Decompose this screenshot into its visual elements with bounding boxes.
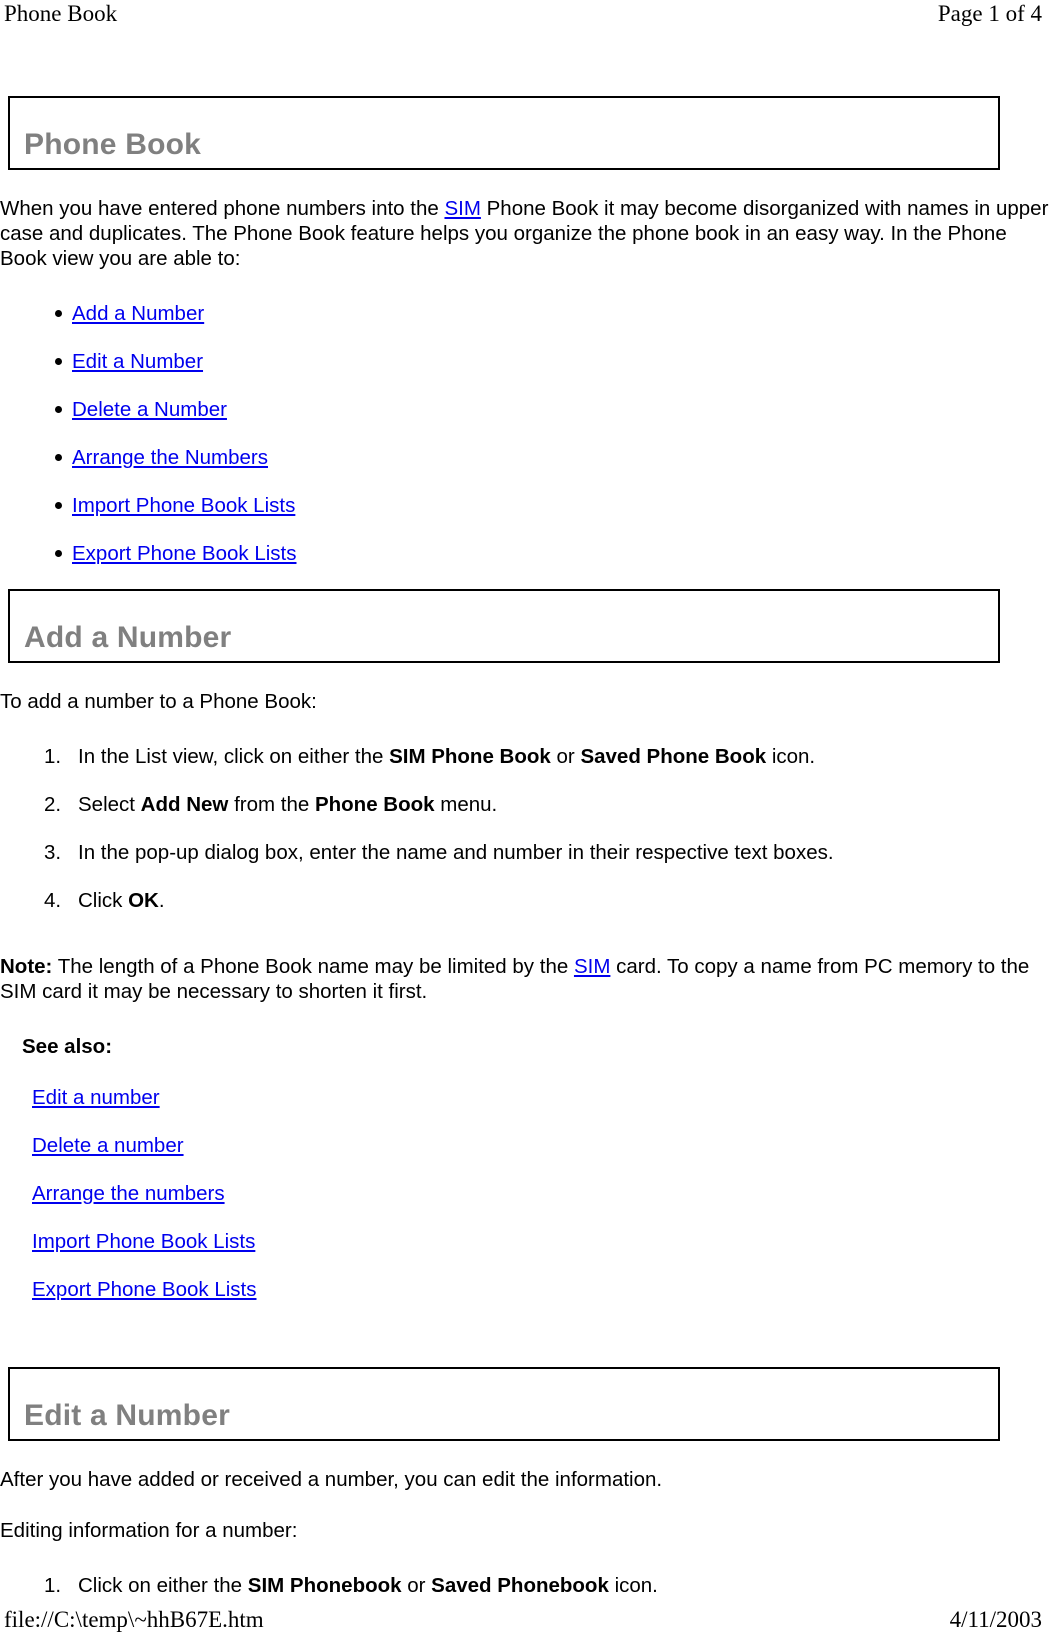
- heading-text-add-a-number: Add a Number: [24, 621, 232, 654]
- step-text-part-2: or: [401, 1574, 432, 1597]
- list-item: Export Phone Book Lists: [22, 541, 1050, 566]
- heading-text-edit-a-number: Edit a Number: [24, 1399, 230, 1432]
- list-item: In the List view, click on either the SI…: [22, 744, 1050, 769]
- list-item: Click OK.: [22, 888, 1050, 913]
- see-also-label: See also:: [22, 1035, 113, 1058]
- step-bold-sim-phone-book: SIM Phone Book: [389, 745, 551, 768]
- link-delete-a-number[interactable]: Delete a Number: [72, 398, 227, 421]
- link-see-also-arrange-the-numbers[interactable]: Arrange the numbers: [32, 1182, 225, 1205]
- list-item: Click on either the SIM Phonebook or Sav…: [22, 1573, 1050, 1598]
- section-heading-phone-book: Phone Book: [8, 96, 1000, 170]
- list-item: Arrange the numbers: [22, 1181, 1010, 1206]
- edit-number-steps-list: Click on either the SIM Phonebook or Sav…: [0, 1573, 1050, 1598]
- list-item: In the pop-up dialog box, enter the name…: [22, 840, 1050, 865]
- phone-book-intro-paragraph: When you have entered phone numbers into…: [0, 196, 1050, 271]
- list-item: Delete a Number: [22, 397, 1050, 422]
- link-edit-a-number[interactable]: Edit a Number: [72, 350, 203, 373]
- note-text-part-1: The length of a Phone Book name may be l…: [52, 955, 574, 978]
- add-number-steps-list: In the List view, click on either the SI…: [0, 744, 1050, 913]
- list-item: Export Phone Book Lists: [22, 1277, 1010, 1302]
- add-number-note-paragraph: Note: The length of a Phone Book name ma…: [0, 954, 1050, 1004]
- document-content: Phone Book When you have entered phone n…: [0, 96, 1050, 1621]
- see-also-link-list: Edit a number Delete a number Arrange th…: [0, 1085, 1050, 1302]
- intro-text-part-1: When you have entered phone numbers into…: [0, 197, 445, 220]
- list-item: Edit a Number: [22, 349, 1050, 374]
- link-import-phone-book-lists[interactable]: Import Phone Book Lists: [72, 494, 295, 517]
- step-text-part-1: Click: [78, 889, 129, 912]
- list-item: Edit a number: [22, 1085, 1010, 1110]
- step-text-part-3: icon.: [608, 1574, 658, 1597]
- link-export-phone-book-lists[interactable]: Export Phone Book Lists: [72, 542, 297, 565]
- section-heading-add-a-number: Add a Number: [8, 589, 1000, 663]
- print-header: Phone Book Page 1 of 4: [0, 0, 1050, 34]
- list-item: Add a Number: [22, 301, 1050, 326]
- edit-number-paragraph-2: Editing information for a number:: [0, 1519, 298, 1542]
- list-item: Import Phone Book Lists: [22, 1229, 1010, 1254]
- heading-text-phone-book: Phone Book: [24, 128, 202, 161]
- edit-number-paragraph-1: After you have added or received a numbe…: [0, 1468, 663, 1491]
- step-text-part-1: Click on either the: [78, 1574, 248, 1597]
- list-item: Import Phone Book Lists: [22, 493, 1050, 518]
- add-number-lead-paragraph: To add a number to a Phone Book:: [0, 690, 317, 713]
- link-sim-glossary-note[interactable]: SIM: [574, 955, 610, 978]
- link-see-also-import-phone-book-lists[interactable]: Import Phone Book Lists: [32, 1230, 255, 1253]
- link-sim-glossary-intro[interactable]: SIM: [444, 197, 480, 220]
- step-bold-phone-book-menu: Phone Book: [314, 793, 435, 816]
- step-bold-sim-phonebook: SIM Phonebook: [247, 1574, 402, 1597]
- link-add-a-number[interactable]: Add a Number: [72, 302, 204, 325]
- step-text-part-2: or: [550, 745, 581, 768]
- step-text-part-1: In the List view, click on either the: [78, 745, 390, 768]
- step-text-part-2: from the: [228, 793, 315, 816]
- list-item: Arrange the Numbers: [22, 445, 1050, 470]
- print-footer-file-path: file://C:\temp\~hhB67E.htm: [4, 1607, 264, 1632]
- link-see-also-edit-a-number[interactable]: Edit a number: [32, 1086, 160, 1109]
- print-header-page-number: Page 1 of 4: [937, 1, 1042, 26]
- list-item: Delete a number: [22, 1133, 1010, 1158]
- print-footer: file://C:\temp\~hhB67E.htm 4/11/2003: [0, 1606, 1050, 1634]
- link-see-also-export-phone-book-lists[interactable]: Export Phone Book Lists: [32, 1278, 257, 1301]
- link-arrange-the-numbers[interactable]: Arrange the Numbers: [72, 446, 268, 469]
- phone-book-feature-list: Add a Number Edit a Number Delete a Numb…: [0, 301, 1050, 566]
- step-text-part-1: In the pop-up dialog box, enter the name…: [78, 841, 834, 864]
- section-heading-edit-a-number: Edit a Number: [8, 1367, 1000, 1441]
- step-bold-ok: OK: [128, 889, 159, 912]
- step-bold-saved-phone-book: Saved Phone Book: [580, 745, 767, 768]
- list-item: Select Add New from the Phone Book menu.: [22, 792, 1050, 817]
- note-label: Note:: [0, 955, 53, 978]
- step-text-part-2: .: [158, 889, 165, 912]
- step-text-part-1: Select: [78, 793, 141, 816]
- step-text-part-3: menu.: [434, 793, 498, 816]
- link-see-also-delete-a-number[interactable]: Delete a number: [32, 1134, 184, 1157]
- print-footer-date: 4/11/2003: [949, 1607, 1042, 1632]
- step-text-part-3: icon.: [766, 745, 816, 768]
- step-bold-saved-phonebook: Saved Phonebook: [431, 1574, 609, 1597]
- step-bold-add-new: Add New: [140, 793, 229, 816]
- print-header-title: Phone Book: [4, 1, 118, 26]
